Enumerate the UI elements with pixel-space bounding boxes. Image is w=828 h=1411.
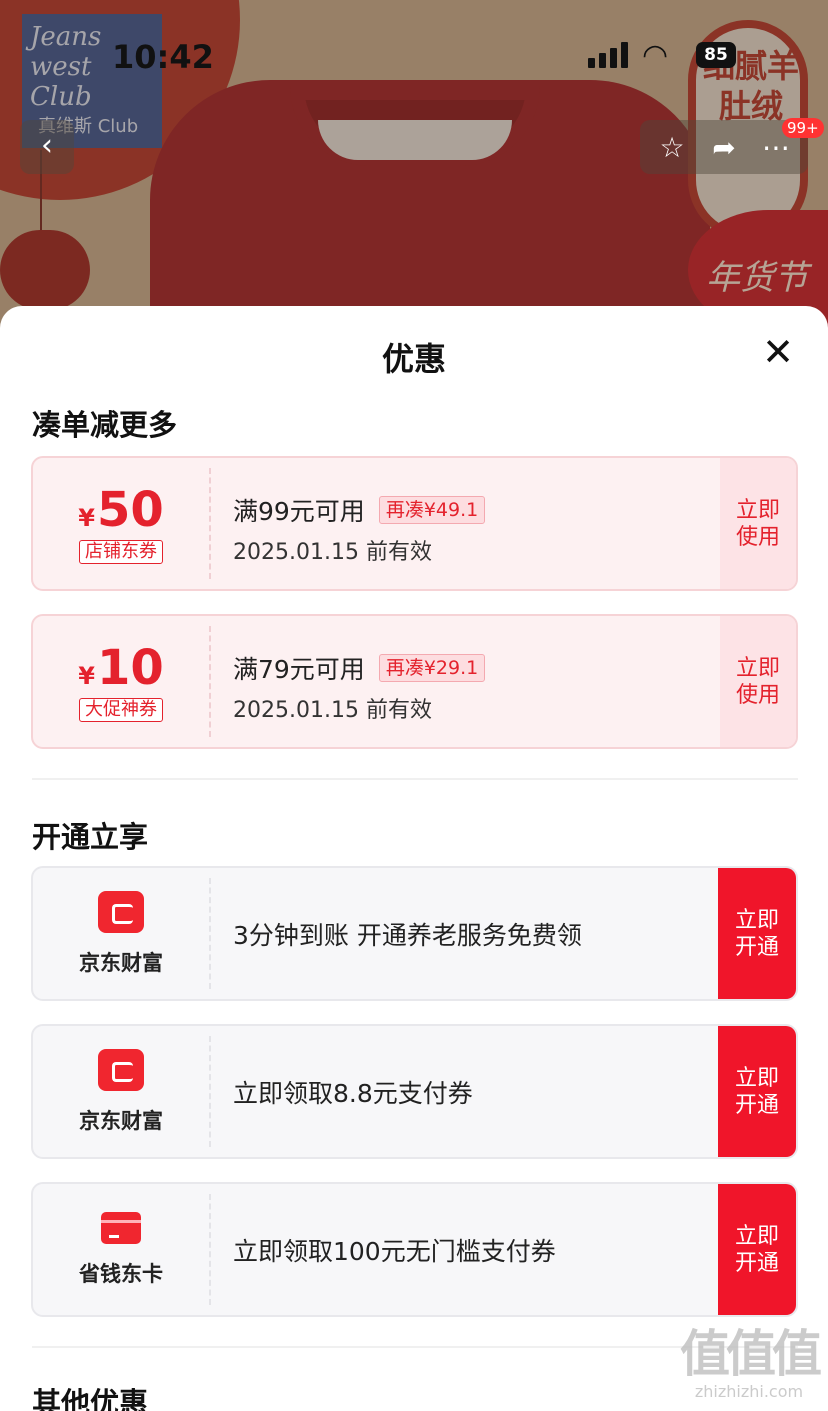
- coupon-validity: 2025.01.15 前有效: [233, 540, 432, 565]
- share-icon[interactable]: ➦: [702, 131, 746, 164]
- offer-card[interactable]: 京东财富 立即领取8.8元支付券 立即开通: [31, 1024, 798, 1159]
- coupon-type: 店铺东券: [79, 539, 163, 564]
- coupon-card[interactable]: ¥ 10 大促神券 满79元可用 再凑¥29.1 2025.01.15 前有效 …: [31, 614, 798, 749]
- coupon-amount: ¥ 10: [78, 639, 164, 696]
- wifi-icon: ◠: [642, 38, 669, 73]
- coupon-extra-tag: 再凑¥49.1: [378, 496, 486, 524]
- use-now-button[interactable]: 立即使用: [720, 616, 796, 747]
- discount-sheet: 优惠 ✕ 凑单减更多 ¥ 50 店铺东券 满99元可用 再凑¥49.1 2025…: [0, 306, 828, 1411]
- offer-card[interactable]: 京东财富 3分钟到账 开通养老服务免费领 立即开通: [31, 866, 798, 1001]
- offer-text: 立即领取100元无门槛支付券: [233, 1236, 556, 1266]
- open-now-button[interactable]: 立即开通: [718, 1184, 796, 1315]
- coupon-condition: 满99元可用 再凑¥49.1: [233, 492, 486, 528]
- offer-provider: 省钱东卡: [79, 1261, 163, 1286]
- offer-provider: 京东财富: [79, 1108, 163, 1133]
- offer-text: 立即领取8.8元支付券: [233, 1078, 473, 1108]
- open-now-button[interactable]: 立即开通: [718, 868, 796, 999]
- section-divider: [32, 778, 798, 780]
- coupon-amount: ¥ 50: [78, 481, 164, 538]
- sheet-title: 优惠: [381, 340, 446, 378]
- star-icon[interactable]: ☆: [650, 131, 694, 164]
- back-button[interactable]: ‹: [20, 120, 74, 174]
- coupon-type: 大促神券: [79, 697, 163, 722]
- section-title-other: 其他优惠: [32, 1386, 149, 1411]
- offer-provider: 京东财富: [79, 950, 163, 975]
- coupon-validity: 2025.01.15 前有效: [233, 698, 432, 723]
- status-time: 10:42: [112, 38, 214, 76]
- offer-card[interactable]: 省钱东卡 立即领取100元无门槛支付券 立即开通: [31, 1182, 798, 1317]
- message-badge: 99+: [782, 118, 824, 138]
- section-title-open: 开通立享: [32, 820, 149, 854]
- coupon-extra-tag: 再凑¥29.1: [378, 654, 486, 682]
- card-icon: [101, 1211, 141, 1244]
- coupon-condition: 满79元可用 再凑¥29.1: [233, 650, 486, 686]
- chevron-left-icon: ‹: [41, 128, 53, 163]
- open-now-button[interactable]: 立即开通: [718, 1026, 796, 1157]
- site-watermark: 值值值 zhizhizhi.com: [680, 1325, 822, 1401]
- signal-icon: [588, 42, 628, 68]
- section-title-coupons: 凑单减更多: [32, 408, 178, 442]
- use-now-button[interactable]: 立即使用: [720, 458, 796, 589]
- offer-text: 3分钟到账 开通养老服务免费领: [233, 920, 582, 950]
- battery-icon: 85: [696, 42, 736, 68]
- coupon-card[interactable]: ¥ 50 店铺东券 满99元可用 再凑¥49.1 2025.01.15 前有效 …: [31, 456, 798, 591]
- wallet-icon: [98, 1048, 144, 1091]
- close-icon[interactable]: ✕: [760, 333, 796, 371]
- wallet-icon: [98, 890, 144, 933]
